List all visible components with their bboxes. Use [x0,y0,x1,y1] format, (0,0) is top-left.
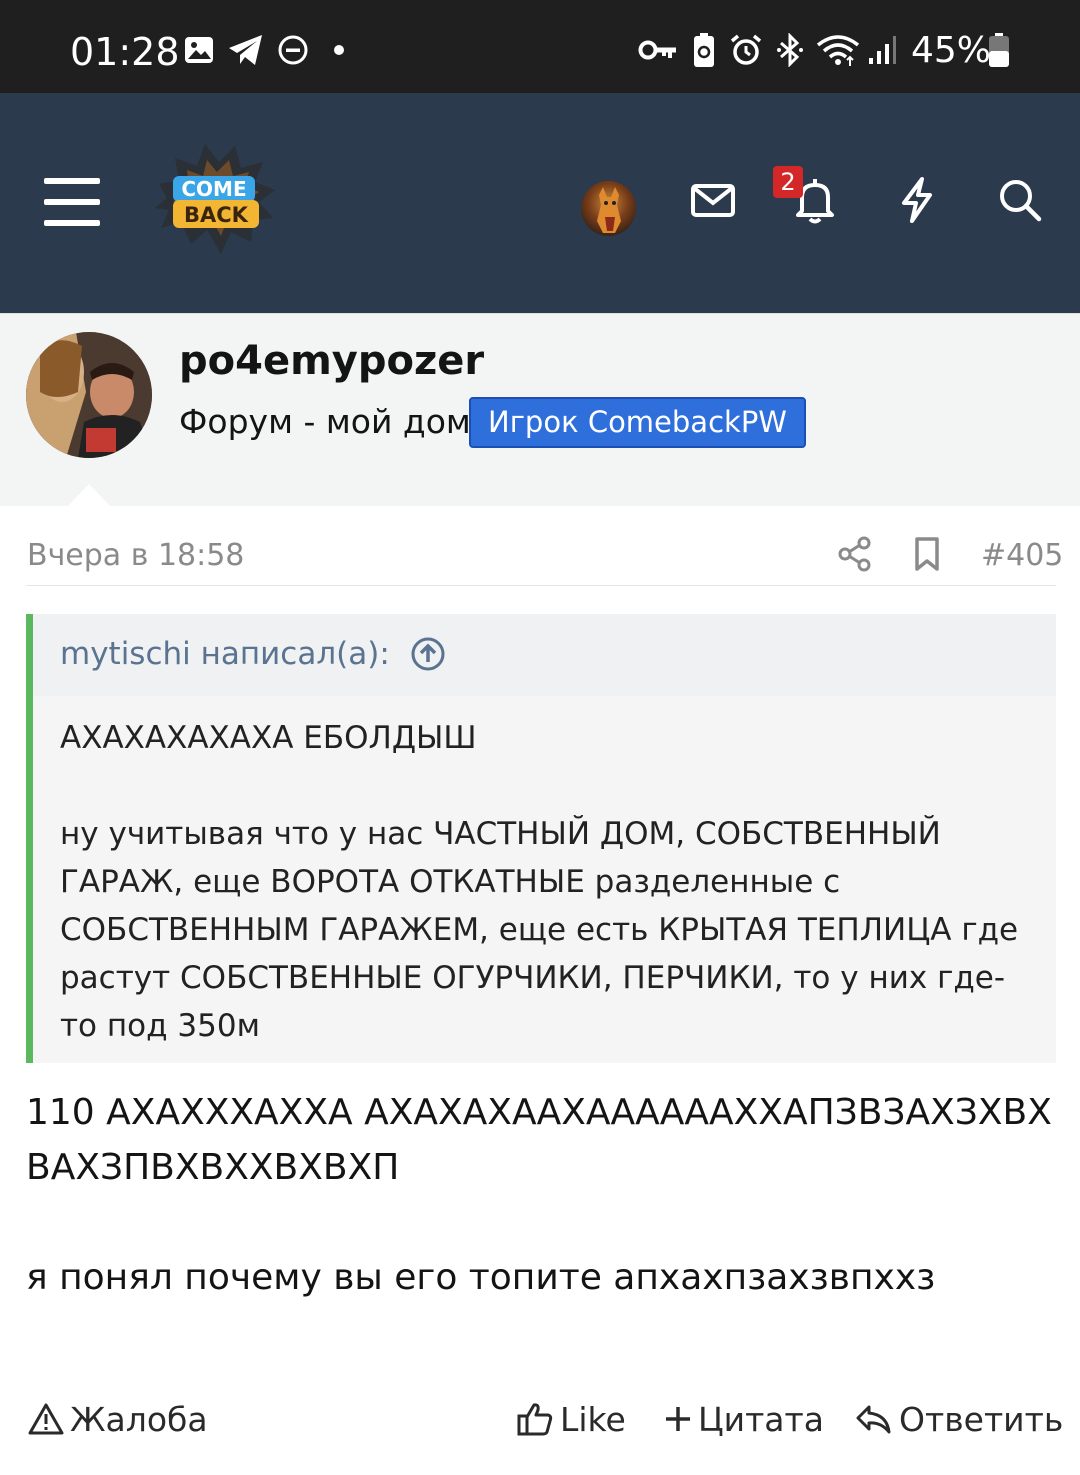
site-header: COME BACK [0,93,1080,313]
quote-label: Цитата [698,1399,824,1439]
user-avatar[interactable] [26,332,152,458]
key-icon [637,30,679,70]
user-banner: Игрок ComebackPW [469,397,806,448]
signal-icon [866,30,898,70]
bluetooth-icon [775,30,805,70]
user-arrow [66,484,112,508]
like-button[interactable]: Like [516,1395,626,1443]
alarm-icon [728,30,764,70]
reply-button[interactable]: Ответить [855,1395,1063,1443]
status-time: 01:28 [70,30,180,74]
quote-content: АХАХАХАХАХА ЕБОЛДЫШ ну учитывая что у на… [60,714,1040,1050]
post-paragraph: 110 АХАХХХАХХА АХАХАХААХААААААХХАПЗВЗАХЗ… [26,1092,1052,1188]
post-user-block: po4emypozer Форум - мой дом Игрок Comeba… [0,313,1080,508]
user-avatar-small[interactable] [581,181,636,236]
post-number[interactable]: #405 [981,538,1063,573]
plus-icon [666,1407,690,1431]
site-logo[interactable]: COME BACK [147,138,279,262]
reply-icon [856,1405,891,1434]
thumbs-up-icon [517,1403,553,1436]
wifi-icon [816,30,860,70]
arrow-up-circle-icon[interactable] [410,636,446,672]
reply-label: Ответить [899,1399,1064,1439]
like-label: Like [560,1399,626,1439]
svg-text:BACK: BACK [184,203,249,227]
quote-button[interactable]: Цитата [664,1395,824,1443]
post-paragraph: я понял почему вы его топите апхахпзахзв… [26,1257,936,1298]
image-icon [182,30,216,70]
user-title: Форум - мой дом [179,402,471,441]
telegram-icon [226,30,266,70]
dnd-icon [276,30,310,70]
notification-badge: 2 [773,166,803,198]
post-date[interactable]: Вчера в 18:58 [27,538,244,573]
svg-text:COME: COME [181,177,246,201]
warning-icon [28,1403,64,1435]
search-icon[interactable] [995,175,1045,225]
mail-icon[interactable] [688,175,738,225]
quote-line: АХАХАХАХАХА ЕБОЛДЫШ [60,720,477,756]
post-meta: Вчера в 18:58 #405 [26,506,1063,586]
report-button[interactable]: Жалоба [28,1395,208,1443]
post-actions: Жалоба Like Цитата Ответить [0,1395,1080,1445]
menu-icon[interactable] [44,178,100,226]
username[interactable]: po4emypozer [179,338,484,384]
battery-saver-icon [691,30,717,70]
quote-line: ну учитывая что у нас ЧАСТНЫЙ ДОМ, СОБСТ… [60,816,1019,1044]
share-icon[interactable] [838,536,872,572]
post-content: 110 АХАХХХАХХА АХАХАХААХААААААХХАПЗВЗАХЗ… [26,1085,1056,1305]
quote-author[interactable]: mytischi написал(а): [60,636,390,672]
status-bar: 01:28 45% [0,0,1080,93]
quote-header: mytischi написал(а): [33,614,1056,696]
quote-block: mytischi написал(а): АХАХАХАХАХА ЕБОЛДЫШ… [26,614,1056,1063]
battery-percent: 45% [911,30,992,71]
report-label: Жалоба [70,1399,208,1439]
bookmark-icon[interactable] [912,536,942,572]
battery-icon [987,30,1011,70]
lightning-icon[interactable] [892,175,942,225]
dot-icon [332,30,346,70]
